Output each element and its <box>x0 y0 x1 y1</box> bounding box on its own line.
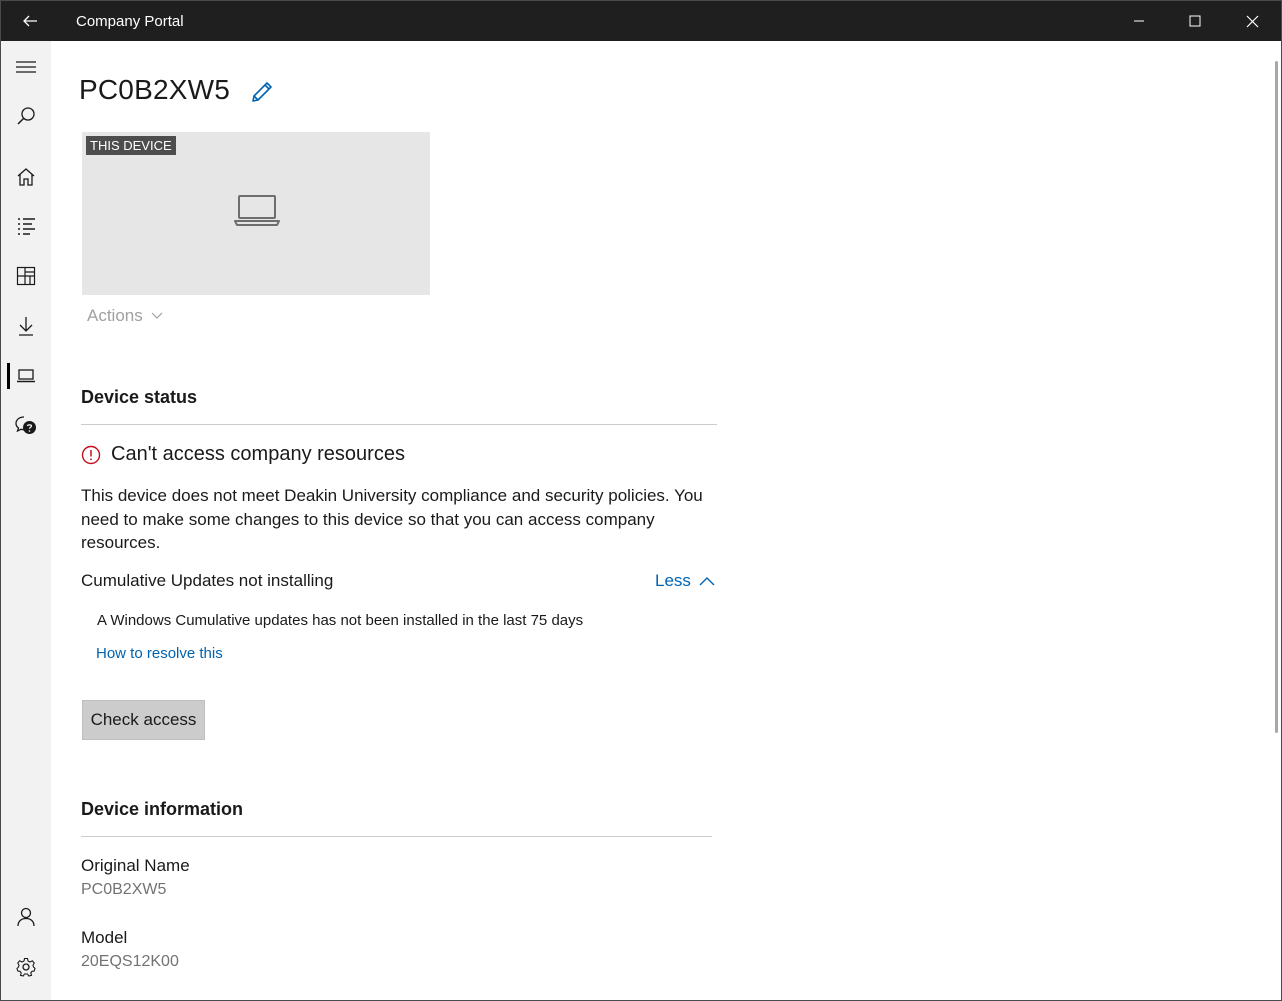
issue-title: Cumulative Updates not installing <box>81 571 334 590</box>
actions-label: Actions <box>87 306 143 325</box>
check-access-button[interactable]: Check access <box>82 700 205 740</box>
minimize-icon <box>1134 20 1144 22</box>
this-device-badge: THIS DEVICE <box>86 136 176 155</box>
less-toggle-button[interactable]: Less <box>655 571 715 591</box>
laptop-icon <box>17 369 35 383</box>
back-button[interactable] <box>13 6 47 36</box>
maximize-icon <box>1189 15 1201 27</box>
nav-help-button[interactable] <box>1 404 51 448</box>
rename-device-button[interactable] <box>247 77 277 107</box>
chevron-up-icon <box>699 577 715 586</box>
search-icon <box>17 107 35 125</box>
nav-home-button[interactable] <box>1 155 51 199</box>
close-button[interactable] <box>1224 1 1280 41</box>
device-status-heading: Device status <box>81 387 198 407</box>
original-name-value: PC0B2XW5 <box>81 881 167 898</box>
download-icon <box>19 317 33 336</box>
person-icon <box>17 907 35 927</box>
actions-dropdown[interactable]: Actions <box>87 306 163 326</box>
section-divider <box>81 836 712 837</box>
model-label: Model <box>81 928 128 947</box>
window-title: Company Portal <box>76 13 184 30</box>
list-icon <box>18 218 35 235</box>
laptop-icon <box>234 195 280 226</box>
nav-devices-button[interactable] <box>1 354 51 398</box>
nav-account-button[interactable] <box>1 895 51 939</box>
back-arrow-icon <box>23 15 37 27</box>
nav-settings-button[interactable] <box>1 945 51 989</box>
help-chat-icon <box>15 416 36 434</box>
vertical-scrollbar[interactable] <box>1275 61 1278 733</box>
less-label: Less <box>655 571 691 590</box>
main-content: PC0B2XW5 THIS DEVICE Actions Device stat… <box>51 41 1273 1000</box>
title-bar: Company Portal <box>1 1 1281 41</box>
app-window: Company Portal PC0B2XW5 THIS DEVICE Acti… <box>0 0 1282 1001</box>
nav-categories-button[interactable] <box>1 254 51 298</box>
device-tile: THIS DEVICE <box>82 132 430 295</box>
device-information-heading: Device information <box>81 799 244 819</box>
hamburger-icon <box>16 61 36 73</box>
model-value: 20EQS12K00 <box>81 953 179 970</box>
close-icon <box>1246 15 1258 27</box>
maximize-button[interactable] <box>1167 1 1223 41</box>
categories-icon <box>16 266 36 286</box>
status-headline-row: Can't access company resources <box>81 443 405 466</box>
nav-apps-button[interactable] <box>1 204 51 248</box>
nav-downloads-button[interactable] <box>1 304 51 348</box>
chevron-down-icon <box>151 312 163 319</box>
nav-search-button[interactable] <box>1 94 51 138</box>
status-headline: Can't access company resources <box>111 443 405 465</box>
device-name-heading: PC0B2XW5 <box>79 74 230 105</box>
how-to-resolve-link[interactable]: How to resolve this <box>96 645 223 662</box>
section-divider <box>81 424 717 425</box>
status-description: This device does not meet Deakin Univers… <box>81 486 703 552</box>
home-icon <box>17 168 35 186</box>
original-name-label: Original Name <box>81 856 190 875</box>
nav-menu-button[interactable] <box>1 45 51 89</box>
warning-icon <box>81 445 101 464</box>
minimize-button[interactable] <box>1111 1 1167 41</box>
gear-icon <box>16 957 36 977</box>
nav-sidebar <box>1 41 51 1000</box>
issue-detail: A Windows Cumulative updates has not bee… <box>97 612 584 629</box>
pencil-icon <box>252 82 272 102</box>
active-indicator <box>7 363 10 389</box>
